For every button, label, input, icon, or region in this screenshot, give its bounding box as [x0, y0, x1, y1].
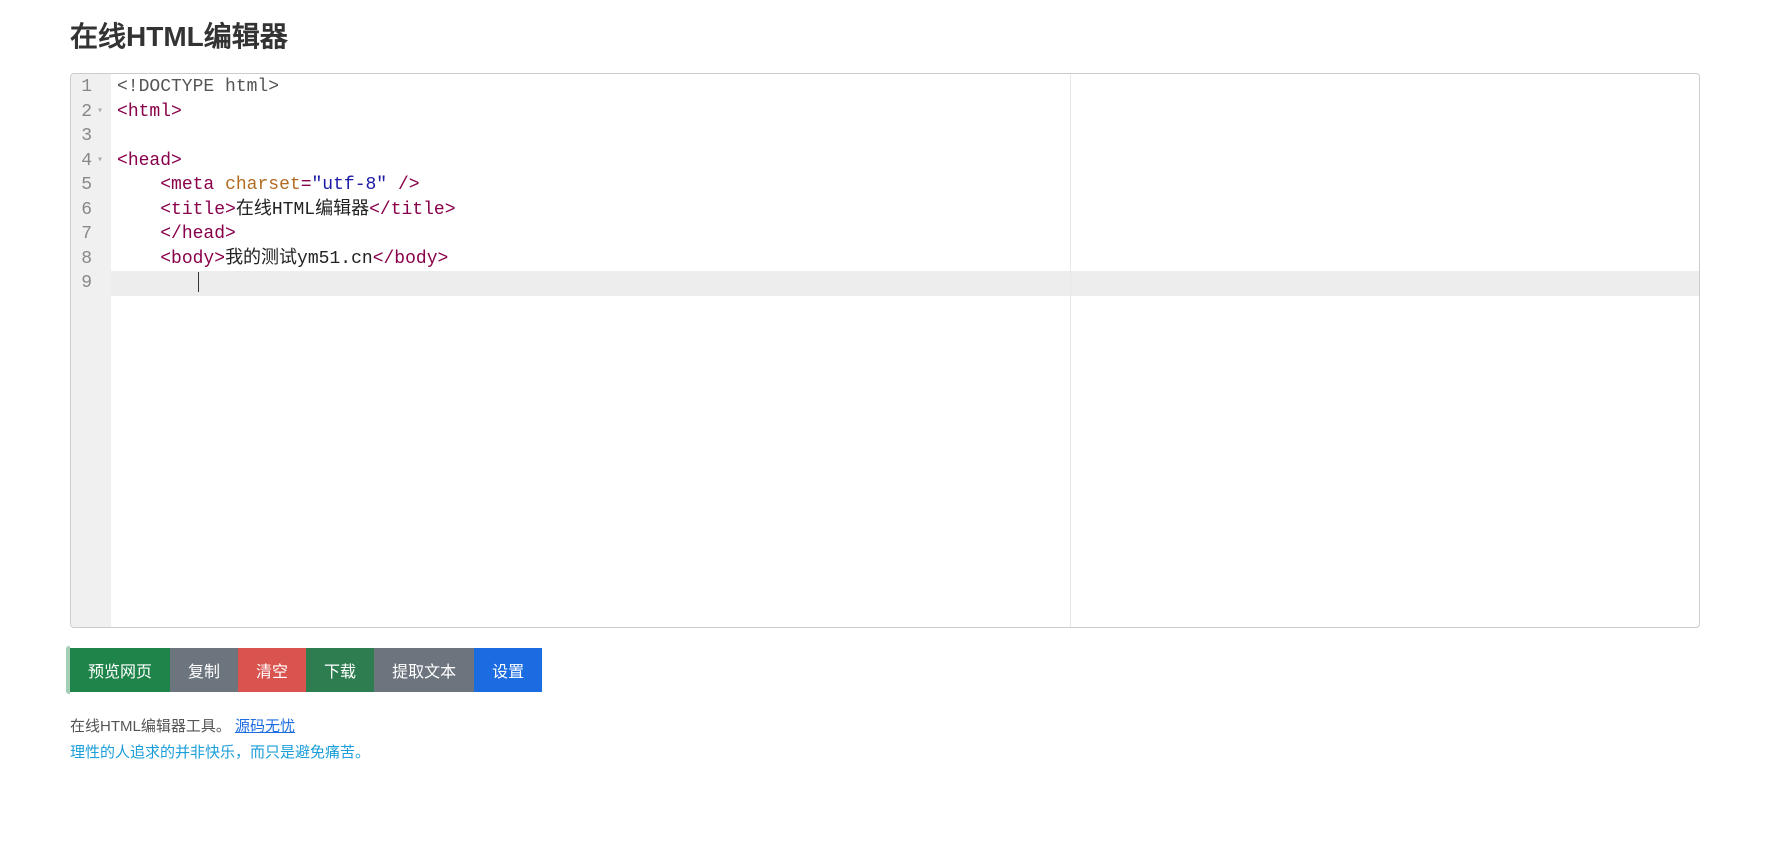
clear-button[interactable]: 清空	[238, 648, 306, 692]
code-line[interactable]: <body>我的测试ym51.cn</body>	[117, 247, 1699, 272]
line-number-gutter: 12▾34▾56789	[71, 74, 111, 627]
line-number: 3	[77, 124, 103, 149]
line-number: 7	[77, 222, 103, 247]
code-line[interactable]: </head>	[117, 222, 1699, 247]
download-button[interactable]: 下载	[306, 648, 374, 692]
print-margin-line	[1070, 74, 1071, 627]
preview-button[interactable]: 预览网页	[70, 648, 170, 692]
source-link[interactable]: 源码无忧	[235, 718, 295, 735]
line-number: 1	[77, 75, 103, 100]
code-line[interactable]: <head>	[117, 149, 1699, 174]
code-content-area[interactable]: <!DOCTYPE html><html> <head> <meta charse…	[111, 74, 1699, 627]
text-cursor	[198, 272, 199, 292]
footer: 在线HTML编辑器工具。 源码无忧 理性的人追求的并非快乐，而只是避免痛苦。	[70, 714, 1700, 766]
line-number: 4▾	[77, 149, 103, 174]
fold-marker-icon[interactable]: ▾	[95, 149, 103, 174]
line-number: 9	[77, 271, 103, 296]
code-line[interactable]: <meta charset="utf-8" />	[117, 173, 1699, 198]
line-number: 8	[77, 247, 103, 272]
fold-marker-icon[interactable]: ▾	[95, 100, 103, 125]
footer-quote: 理性的人追求的并非快乐，而只是避免痛苦。	[70, 740, 1700, 766]
footer-description: 在线HTML编辑器工具。	[70, 718, 231, 735]
settings-button[interactable]: 设置	[474, 648, 542, 692]
code-editor[interactable]: 12▾34▾56789 <!DOCTYPE html><html> <head> …	[70, 73, 1700, 628]
code-line[interactable]: <html>	[117, 100, 1699, 125]
line-number: 5	[77, 173, 103, 198]
code-line[interactable]	[111, 271, 1699, 296]
page-title: 在线HTML编辑器	[70, 15, 1700, 55]
editor-toolbar: 预览网页 复制 清空 下载 提取文本 设置	[70, 648, 1700, 692]
copy-button[interactable]: 复制	[170, 648, 238, 692]
code-line[interactable]	[117, 124, 1699, 149]
line-number: 2▾	[77, 100, 103, 125]
extract-text-button[interactable]: 提取文本	[374, 648, 474, 692]
line-number: 6	[77, 198, 103, 223]
code-line[interactable]: <!DOCTYPE html>	[117, 75, 1699, 100]
code-line[interactable]: <title>在线HTML编辑器</title>	[117, 198, 1699, 223]
